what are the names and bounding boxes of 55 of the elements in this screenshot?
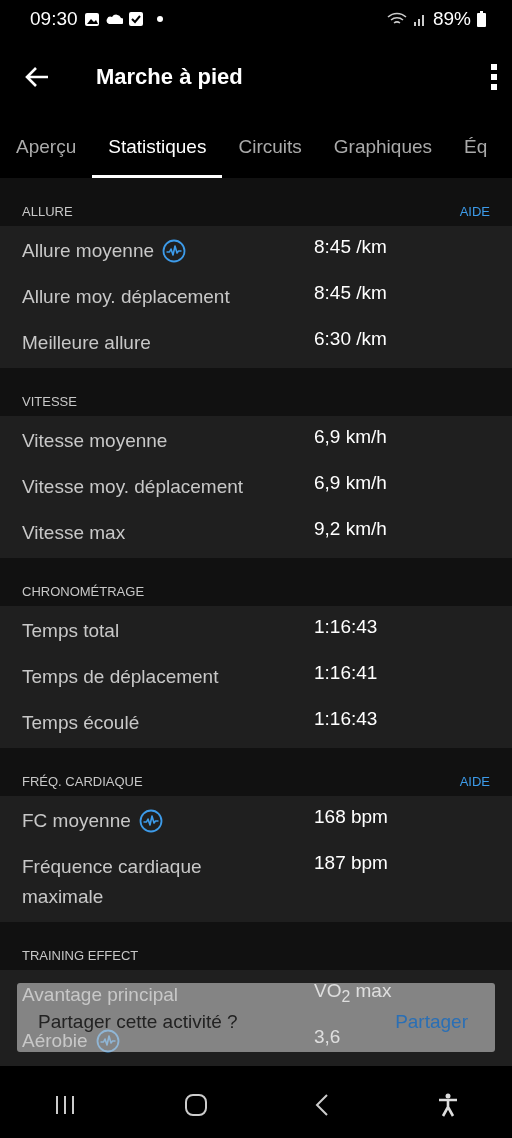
tab[interactable]: Circuits [222,118,318,178]
stat-value: 6,9 km/h [314,425,387,448]
stat-value: 9,2 km/h [314,517,387,540]
stat-value: 1:16:43 [314,615,378,638]
stat-label: Temps total [22,619,120,643]
stat-label: Vitesse max [22,521,126,545]
stat-label: Vitesse moyenne [22,429,168,453]
stat-value: 3,6 [314,1025,341,1048]
help-link[interactable]: AIDE [459,774,490,789]
wifi-icon [386,11,407,27]
tab[interactable]: Éq [448,118,504,178]
tab[interactable]: Graphiques [317,118,448,178]
waveform-icon[interactable] [162,239,187,263]
screen-title: Marche à pied [96,63,244,90]
stat-label: Aérobie [22,1030,88,1053]
section-header: ALLURE [22,204,73,219]
stat-value: 1:16:41 [314,661,378,684]
back-arrow-icon[interactable] [24,65,50,88]
stat-label: FC moyenne [22,809,131,833]
stat-label: Allure moy. déplacement [22,285,230,309]
stat-value: VO$_{2}$ max [314,979,392,1006]
back-icon[interactable] [315,1094,330,1116]
stat-value: 1:16:43 [314,707,378,730]
help-link[interactable]: AIDE [459,204,490,219]
stat-value: 6:30 /km [314,327,387,350]
section-header: TRAINING EFFECT [22,948,139,963]
accessibility-icon[interactable] [437,1093,458,1117]
stat-label: Avantage principal [22,983,178,1007]
tab[interactable]: Aperçu [0,118,93,178]
stat-value: 6,9 km/h [314,471,387,494]
checkbox-icon [128,12,143,26]
cloud-icon [105,13,123,25]
status-time: 09:30 [30,8,78,30]
section-header: VITESSE [22,394,77,409]
dot-icon [156,16,163,22]
stat-label: Temps de déplacement [22,665,219,689]
section-header: FRÉQ. CARDIAQUE [22,774,143,789]
stat-value: 187 bpm [314,851,388,874]
snackbar-message: Partager cette activité ? [38,1011,238,1032]
stat-value: 8:45 /km [314,281,387,304]
stat-label: Vitesse moy. déplacement [22,475,244,499]
waveform-icon[interactable] [138,809,163,833]
stat-label: Allure moyenne [22,239,155,263]
battery-icon [477,11,486,27]
stat-value: 168 bpm [314,805,388,828]
home-icon[interactable] [184,1094,207,1116]
section-header: CHRONOMÉTRAGE [22,584,145,599]
stat-label: Meilleure allure [22,331,151,355]
stat-label: Fréquence cardiaque maximale [22,855,203,909]
more-options-icon[interactable] [490,62,498,91]
stat-label: Temps écoulé [22,711,140,735]
recent-apps-icon[interactable] [54,1095,77,1115]
stat-value: 8:45 /km [314,235,387,258]
battery-percent: 89% [432,8,471,30]
image-icon [83,11,100,27]
